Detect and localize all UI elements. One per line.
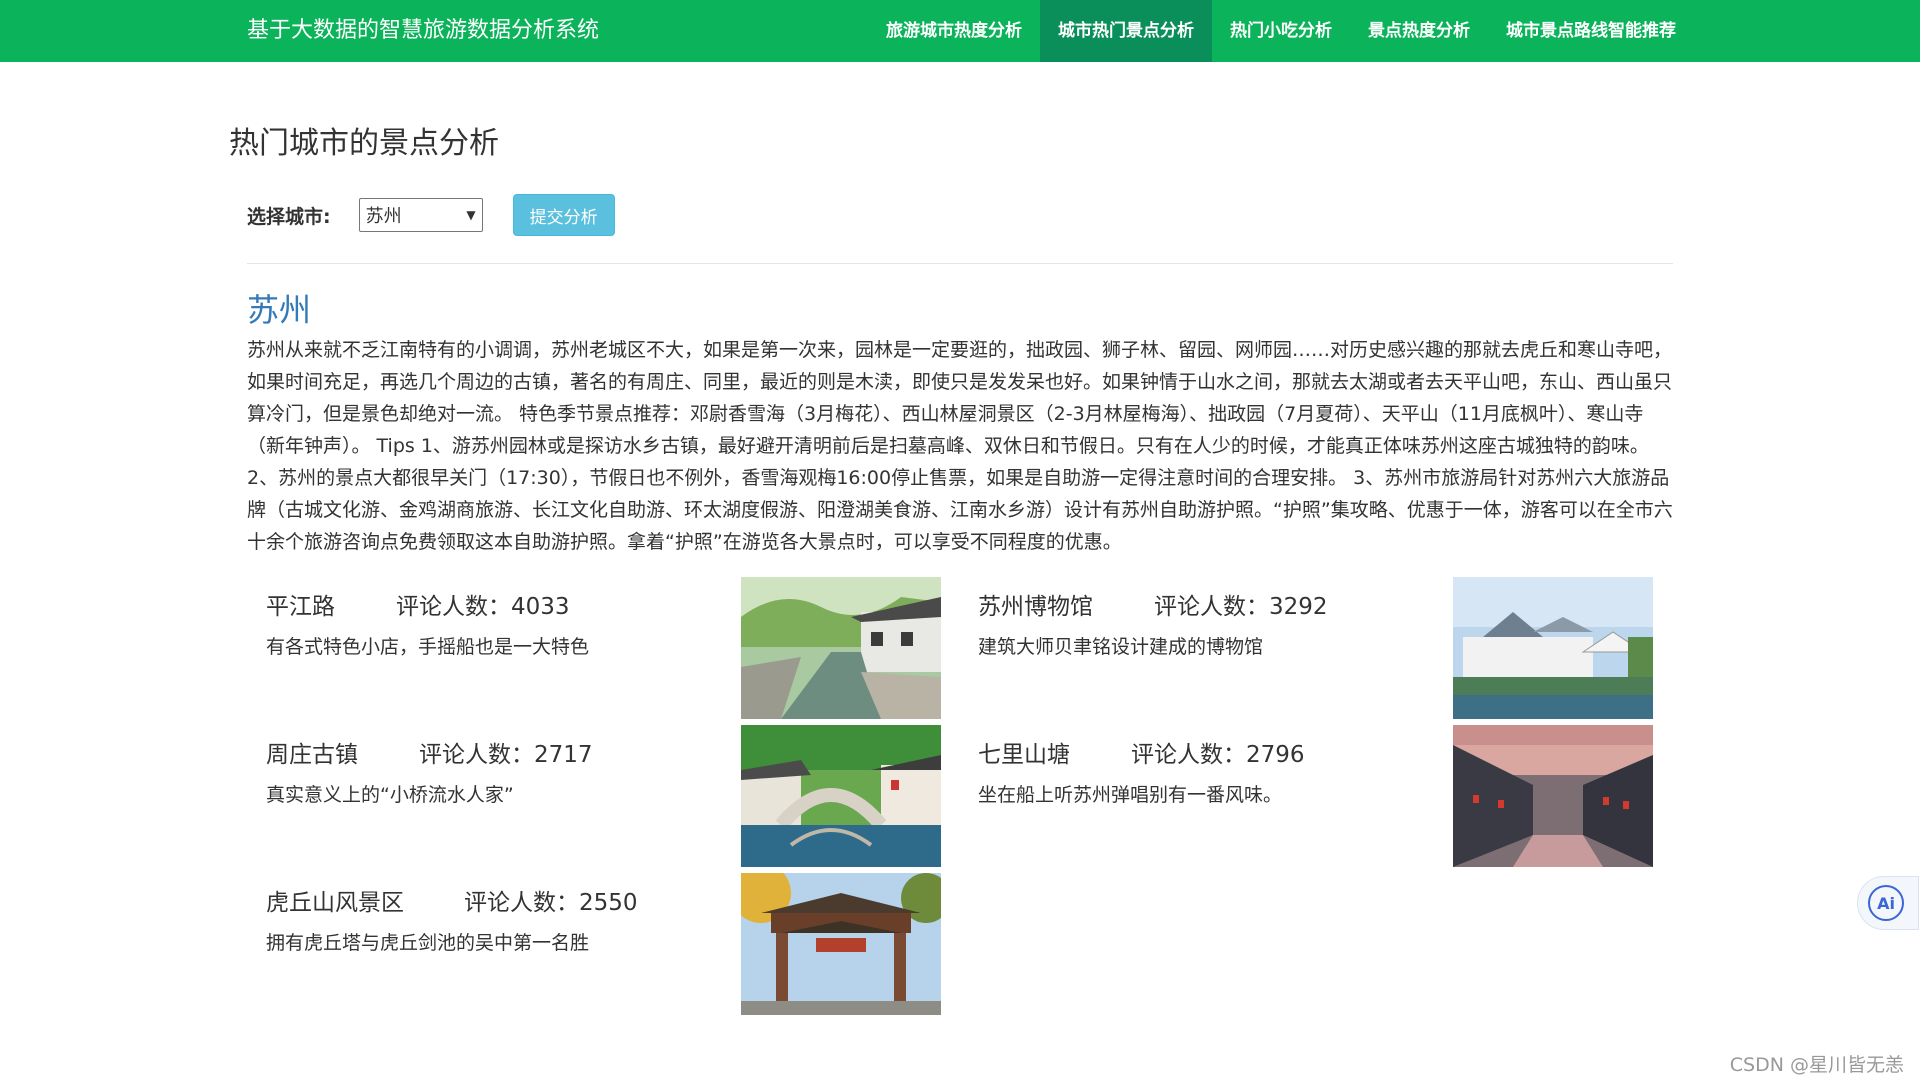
city-select-value: 苏州 [365,206,402,227]
spot-comment-count: 评论人数：3292 [1154,594,1328,620]
ai-assistant-button[interactable]: Ai [1857,876,1919,930]
spot-comment-count: 评论人数：2550 [464,890,638,916]
city-select-label: 选择城市: [247,205,331,228]
nav-route-recommend[interactable]: 城市景点路线智能推荐 [1488,0,1694,62]
city-description: 苏州从来就不乏江南特有的小调调，苏州老城区不大，如果是第一次来，园林是一定要逛的… [247,339,1673,553]
top-navbar: 基于大数据的智慧旅游数据分析系统 旅游城市热度分析 城市热门景点分析 热门小吃分… [0,0,1920,62]
nav-city-heat[interactable]: 旅游城市热度分析 [868,0,1040,62]
spot-name: 虎丘山风景区 [266,890,404,916]
spot-comment-count: 评论人数：2796 [1131,742,1305,768]
ai-icon: Ai [1868,885,1904,921]
spot-card: 虎丘山风景区 评论人数：2550 拥有虎丘塔与虎丘剑池的吴中第一名胜 [266,873,942,1015]
main-nav: 旅游城市热度分析 城市热门景点分析 热门小吃分析 景点热度分析 城市景点路线智能… [868,0,1920,62]
spot-card: 苏州博物馆 评论人数：3292 建筑大师贝聿铭设计建成的博物馆 [978,577,1654,719]
filter-form: 选择城市: 苏州 ▼ 提交分析 [247,194,615,236]
spot-photo [1453,725,1653,867]
spot-comment-count: 评论人数：4033 [396,594,570,620]
divider [247,263,1673,264]
city-select[interactable]: 苏州 ▼ [358,198,483,232]
brand-title[interactable]: 基于大数据的智慧旅游数据分析系统 [247,0,599,62]
spot-name: 苏州博物馆 [978,594,1093,620]
spot-description: 真实意义上的“小桥流水人家” [266,784,514,806]
chevron-down-icon: ▼ [466,208,476,222]
spot-photo [1453,577,1653,719]
nav-snacks[interactable]: 热门小吃分析 [1212,0,1350,62]
spot-card: 七里山塘 评论人数：2796 坐在船上听苏州弹唱别有一番风味。 [978,725,1654,867]
spot-description: 建筑大师贝聿铭设计建成的博物馆 [978,636,1264,658]
spot-card: 平江路 评论人数：4033 有各式特色小店，手摇船也是一大特色 [266,577,942,719]
spot-card: 周庄古镇 评论人数：2717 真实意义上的“小桥流水人家” [266,725,942,867]
spot-name: 周庄古镇 [266,742,358,768]
page-title: 热门城市的景点分析 [229,126,499,161]
spot-description: 坐在船上听苏州弹唱别有一番风味。 [978,784,1283,806]
nav-city-hot-spots[interactable]: 城市热门景点分析 [1040,0,1212,62]
spot-description: 有各式特色小店，手摇船也是一大特色 [266,636,590,658]
watermark: CSDN @星川皆无恙 [1729,1054,1904,1076]
nav-spot-heat[interactable]: 景点热度分析 [1350,0,1488,62]
spot-name: 平江路 [266,594,335,620]
city-heading: 苏州 [247,291,312,329]
submit-analysis-button[interactable]: 提交分析 [512,194,615,236]
spot-name: 七里山塘 [978,742,1070,768]
spot-photo [741,725,941,867]
spot-photo [741,577,941,719]
spot-photo [741,873,941,1015]
spot-comment-count: 评论人数：2717 [419,742,593,768]
spot-description: 拥有虎丘塔与虎丘剑池的吴中第一名胜 [266,932,590,954]
